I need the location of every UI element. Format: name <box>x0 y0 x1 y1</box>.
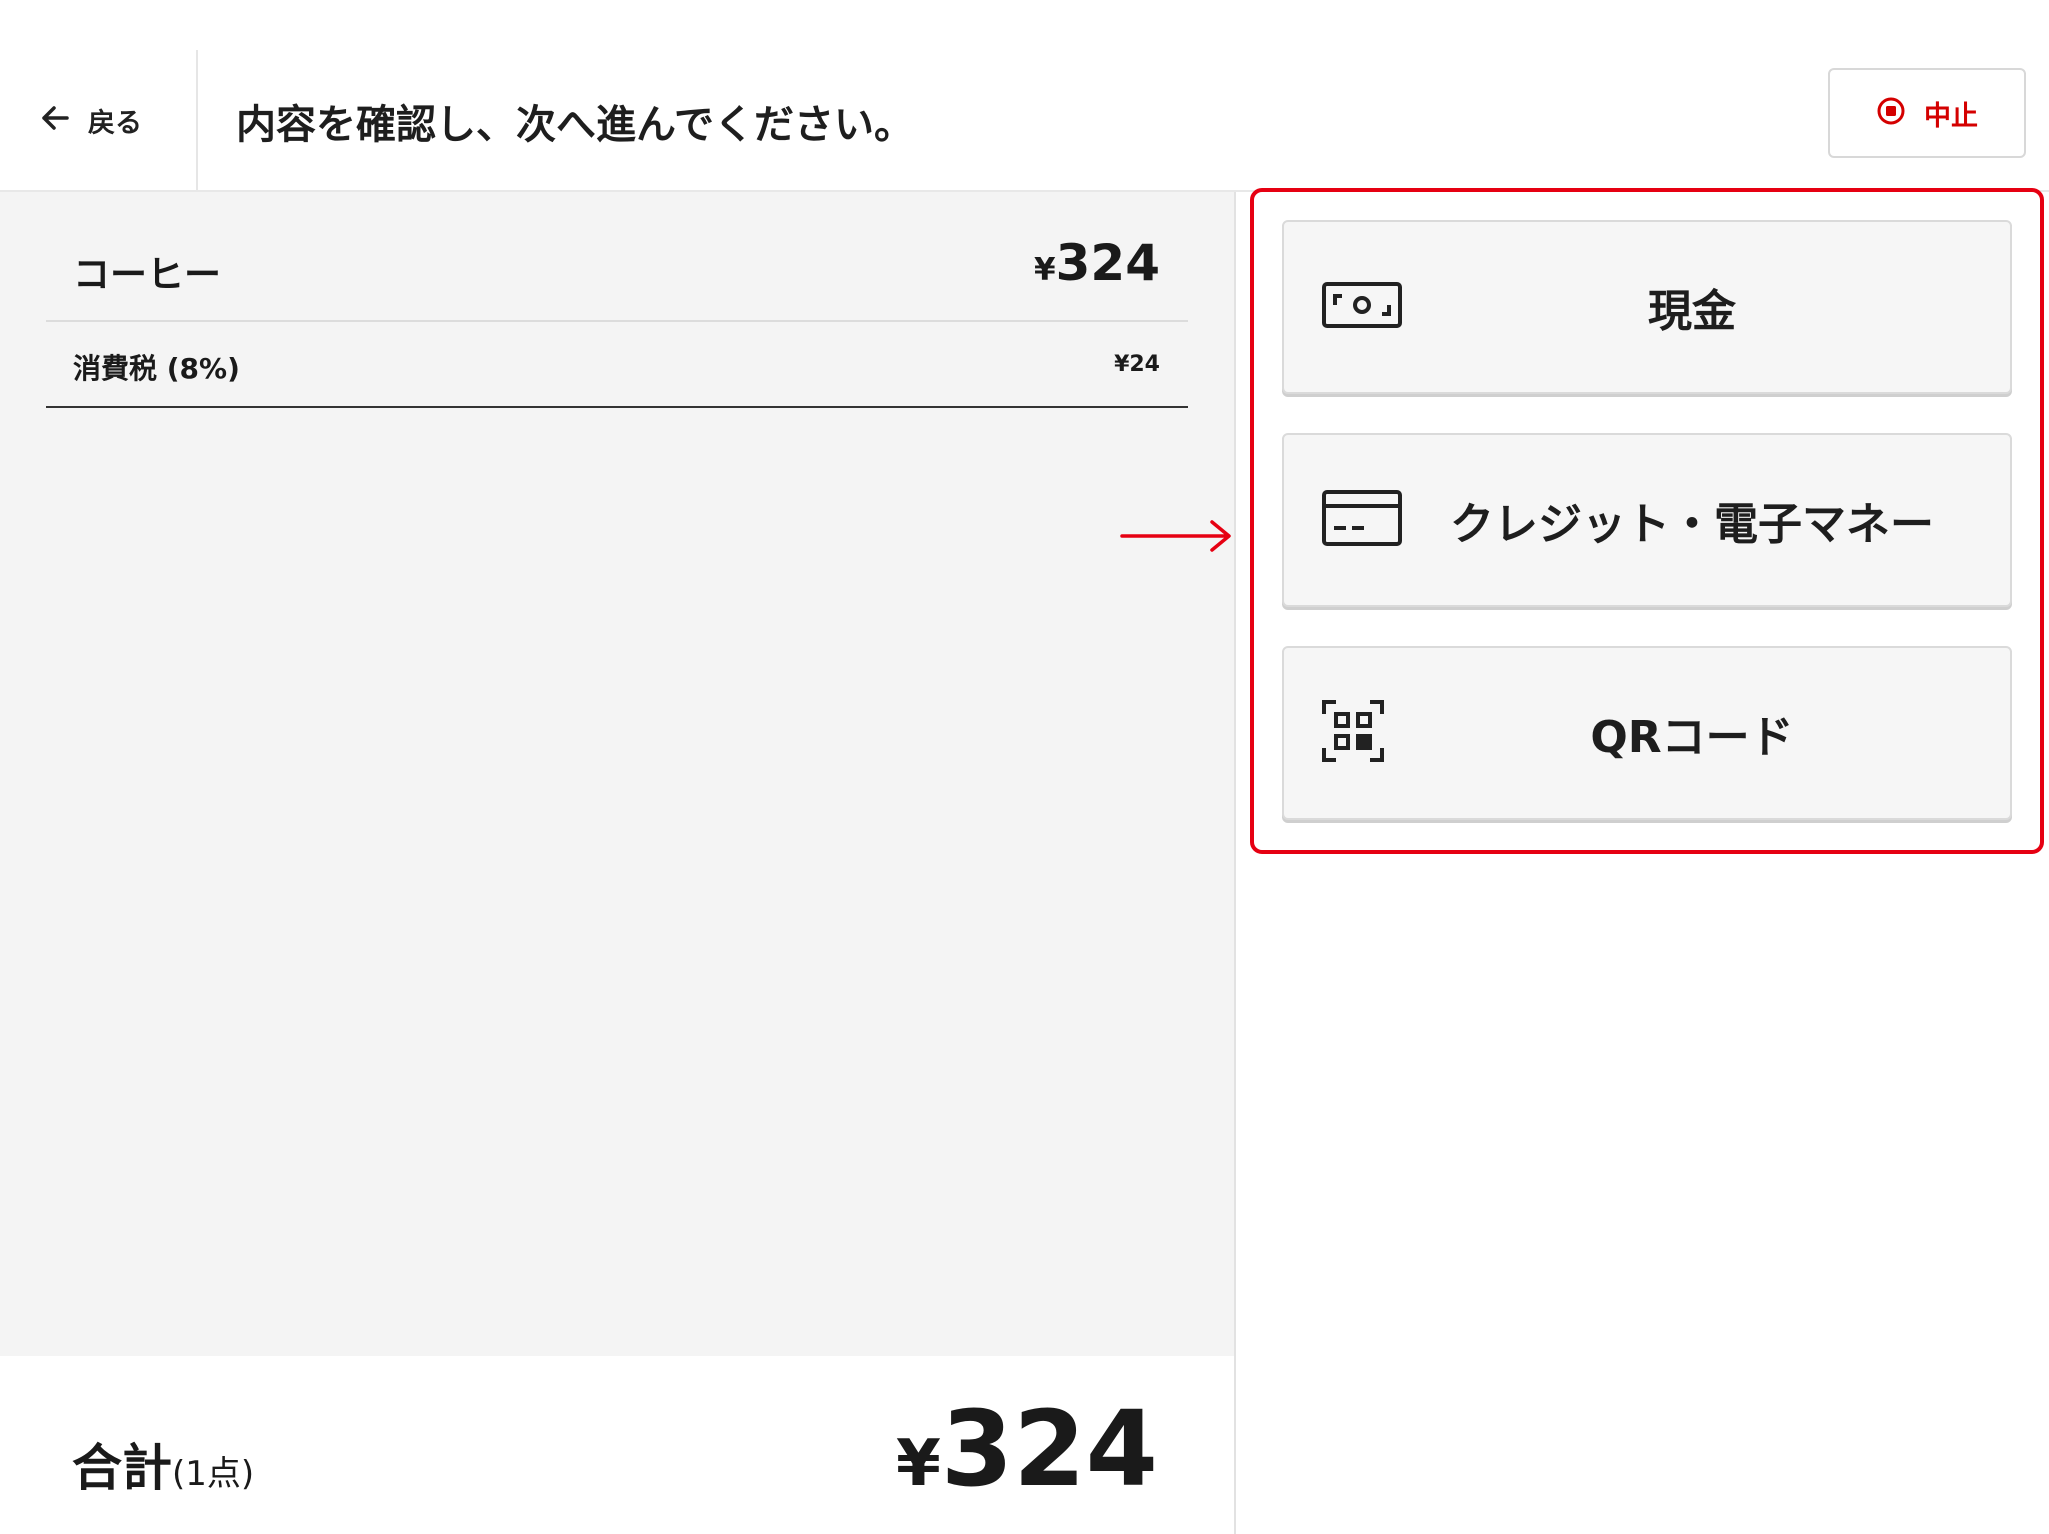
cancel-button[interactable]: 中止 <box>1828 68 2026 158</box>
item-price-symbol: ¥ <box>1034 252 1056 288</box>
total-price-symbol: ¥ <box>896 1426 941 1501</box>
cash-payment-button[interactable]: 現金 <box>1282 220 2012 394</box>
total-price: ¥324 <box>896 1388 1158 1510</box>
stop-icon <box>1876 96 1906 130</box>
cash-payment-label: 現金 <box>1648 286 1736 337</box>
item-name: コーヒー <box>73 253 221 296</box>
tax-label: 消費税 (8%) <box>73 352 240 385</box>
back-label: 戻る <box>88 107 142 139</box>
panel-divider <box>1234 192 1236 1534</box>
qr-payment-label: QRコード <box>1590 712 1794 763</box>
tax-amount: ¥24 <box>1114 352 1160 377</box>
total-label-text: 合計 <box>72 1439 172 1497</box>
arrow-left-icon <box>40 105 70 135</box>
item-price: ¥324 <box>1034 234 1160 292</box>
total-section: 合計(1点) ¥324 <box>0 1356 1234 1534</box>
item-divider <box>46 320 1188 322</box>
header-divider <box>196 50 198 190</box>
page-title: 内容を確認し、次へ進んでください。 <box>236 102 914 148</box>
tax-divider <box>46 406 1188 408</box>
total-price-value: 324 <box>940 1388 1158 1510</box>
credit-payment-label: クレジット・電子マネー <box>1450 499 1934 550</box>
back-button[interactable]: 戻る <box>40 100 142 140</box>
total-count: (1点) <box>172 1454 255 1494</box>
arrow-right-icon <box>1120 517 1234 559</box>
credit-payment-button[interactable]: クレジット・電子マネー <box>1282 433 2012 607</box>
order-summary-panel: コーヒー ¥324 消費税 (8%) ¥24 <box>0 192 1234 1356</box>
total-label: 合計(1点) <box>72 1428 254 1500</box>
header-bar: 戻る 内容を確認し、次へ進んでください。 中止 <box>0 50 2049 190</box>
item-price-value: 324 <box>1055 234 1160 292</box>
qr-payment-button[interactable]: QRコード <box>1282 646 2012 820</box>
cancel-label: 中止 <box>1924 100 1978 132</box>
